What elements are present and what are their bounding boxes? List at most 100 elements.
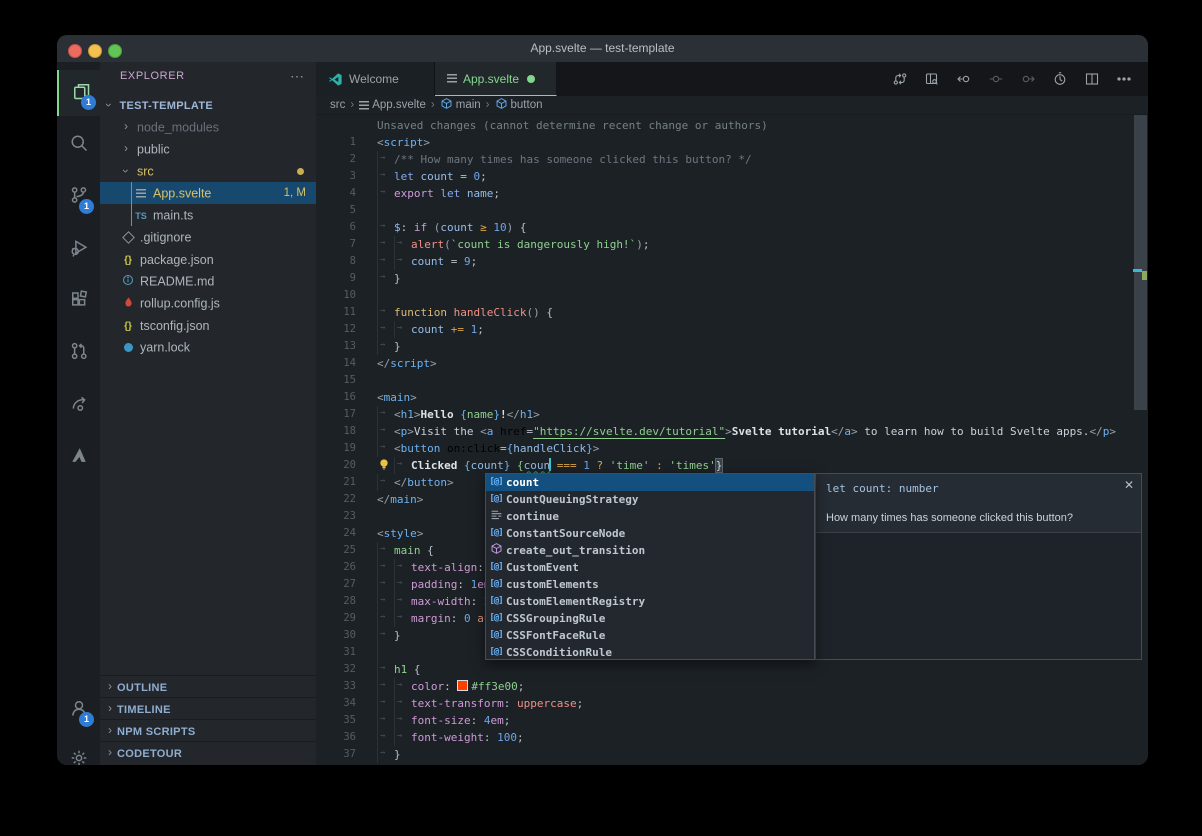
suggest-item-create_out_transition[interactable]: create_out_transition — [486, 542, 814, 559]
vscode-logo-icon — [328, 72, 343, 87]
activity-item-run-and-debug[interactable] — [57, 226, 100, 272]
tab-welcome[interactable]: Welcome — [316, 62, 435, 96]
activity-item-live-share[interactable] — [57, 382, 100, 428]
chevron-right-icon: › — [108, 719, 112, 741]
code-token: ; — [477, 323, 484, 336]
tree-item-package-json[interactable]: {}package.json — [100, 248, 316, 270]
line-number: 23 — [316, 508, 356, 525]
code-token: alert — [411, 238, 444, 251]
live-share-icon — [69, 393, 89, 418]
code-token: { — [513, 221, 526, 234]
editor-scrollbar[interactable] — [1133, 115, 1148, 765]
tree-item-rollup-config-js[interactable]: rollup.config.js — [100, 292, 316, 314]
tree-item-app-svelte[interactable]: App.svelte1, M — [100, 182, 316, 204]
suggest-item-count[interactable]: [@]count — [486, 474, 814, 491]
activity-item-source-control[interactable]: 1 — [57, 174, 100, 220]
symbol-variable-icon: [@] — [486, 559, 506, 576]
file-annotations-icon[interactable] — [1044, 66, 1076, 92]
activity-item-github-pull-requests[interactable] — [57, 330, 100, 376]
indent-arrow — [377, 151, 394, 168]
breadcrumb: src›App.svelte›main›button — [316, 96, 1148, 115]
code-token: } — [394, 629, 401, 642]
suggest-item-customelements[interactable]: [@]customElements — [486, 576, 814, 593]
yarn-file-icon — [120, 337, 136, 359]
open-preview-icon[interactable] — [916, 66, 948, 92]
suggest-item-cssgroupingrule[interactable]: [@]CSSGroupingRule — [486, 610, 814, 627]
file-label: README.md — [140, 275, 214, 289]
breadcrumb-item-app.svelte[interactable]: App.svelte — [359, 99, 426, 111]
suggest-item-cssfontfacerule[interactable]: [@]CSSFontFaceRule — [486, 627, 814, 644]
suggest-item-countqueuingstrategy[interactable]: [@]CountQueuingStrategy — [486, 491, 814, 508]
indent-arrow — [377, 270, 394, 287]
tree-item--gitignore[interactable]: .gitignore — [100, 226, 316, 248]
indent-arrow — [377, 338, 394, 355]
code-token: color — [411, 680, 444, 693]
scrollbar-slider[interactable] — [1134, 115, 1147, 410]
open-changes-icon[interactable] — [884, 66, 916, 92]
indent-arrow — [377, 729, 394, 746]
line-content: export let name; — [377, 185, 500, 202]
code-token: = — [444, 255, 464, 268]
split-editor-icon[interactable] — [1076, 66, 1108, 92]
tree-item-node-modules[interactable]: ›node_modules — [100, 116, 316, 138]
tab-app-svelte[interactable]: App.svelte — [435, 62, 557, 96]
activity-item-accounts[interactable]: 1 — [57, 687, 100, 733]
tree-item-src[interactable]: ›src — [100, 160, 316, 182]
previous-change-icon[interactable] — [948, 66, 980, 92]
line-content: text-transform: uppercase; — [377, 695, 583, 712]
tree-root-folder[interactable]: › TEST-TEMPLATE — [100, 94, 316, 116]
tree-item-yarn-lock[interactable]: yarn.lock — [100, 336, 316, 358]
line-number: 20 — [316, 457, 356, 474]
close-icon[interactable]: ✕ — [1124, 478, 1134, 492]
breadcrumb-label: src — [330, 99, 345, 111]
code-token: ; — [518, 680, 525, 693]
tree-item-public[interactable]: ›public — [100, 138, 316, 160]
suggest-item-constantsourcenode[interactable]: [@]ConstantSourceNode — [486, 525, 814, 542]
code-token: Hello — [421, 408, 461, 421]
code-token: () — [526, 306, 539, 319]
suggest-item-continue[interactable]: continue — [486, 508, 814, 525]
modified-dot-icon — [297, 168, 304, 175]
activity-item-explorer[interactable]: 1 — [57, 70, 102, 116]
activity-item-azure[interactable] — [57, 434, 100, 480]
breadcrumb-item-src[interactable]: src — [330, 99, 345, 111]
code-token: "https://svelte.dev/tutorial" — [533, 425, 725, 438]
code-token: script — [390, 357, 430, 370]
suggest-label: CSSFontFaceRule — [506, 629, 605, 642]
symbol-variable-icon: [@] — [486, 627, 506, 644]
indent-arrow — [394, 321, 411, 338]
suggest-item-cssconditionrule[interactable]: [@]CSSConditionRule — [486, 644, 814, 661]
activity-item-extensions[interactable] — [57, 278, 100, 324]
suggest-item-customelementregistry[interactable]: [@]CustomElementRegistry — [486, 593, 814, 610]
code-token: button — [401, 442, 441, 455]
section-codetour[interactable]: ›CODETOUR — [100, 741, 316, 764]
activity-item-manage[interactable] — [57, 737, 100, 765]
symbol-element-icon — [495, 97, 508, 117]
line-number: 21 — [316, 474, 356, 491]
code-token: < — [480, 425, 487, 438]
tree-item-readme-md[interactable]: README.md — [100, 270, 316, 292]
section-npm-scripts[interactable]: ›NPM SCRIPTS — [100, 719, 316, 742]
suggest-label: count — [506, 476, 539, 489]
more-actions-icon[interactable]: ⋯ — [290, 68, 304, 85]
section-timeline[interactable]: ›TIMELINE — [100, 697, 316, 720]
more-actions-icon[interactable] — [1108, 66, 1140, 92]
code-token: Svelte tutorial — [732, 425, 831, 438]
indent-arrow — [394, 678, 411, 695]
code-token: ? — [590, 459, 610, 472]
breadcrumb-item-main[interactable]: main — [440, 99, 481, 111]
activity-item-search[interactable] — [57, 122, 100, 168]
explorer-sidebar: EXPLORER ⋯ › TEST-TEMPLATE ›node_modules… — [100, 62, 317, 765]
indent-arrow — [377, 304, 394, 321]
breadcrumb-label: App.svelte — [372, 99, 426, 111]
breadcrumb-separator: › — [350, 99, 354, 111]
suggest-item-customevent[interactable]: [@]CustomEvent — [486, 559, 814, 576]
section-outline[interactable]: ›OUTLINE — [100, 675, 316, 698]
code-editor[interactable]: Unsaved changes (cannot determine recent… — [316, 115, 1148, 765]
code-token: } — [394, 272, 401, 285]
breadcrumb-item-button[interactable]: button — [495, 99, 543, 111]
tree-item-tsconfig-json[interactable]: {}tsconfig.json — [100, 314, 316, 336]
tree-item-main-ts[interactable]: TSmain.ts — [100, 204, 316, 226]
line-content — [377, 202, 394, 219]
lightbulb-icon[interactable] — [377, 457, 394, 474]
